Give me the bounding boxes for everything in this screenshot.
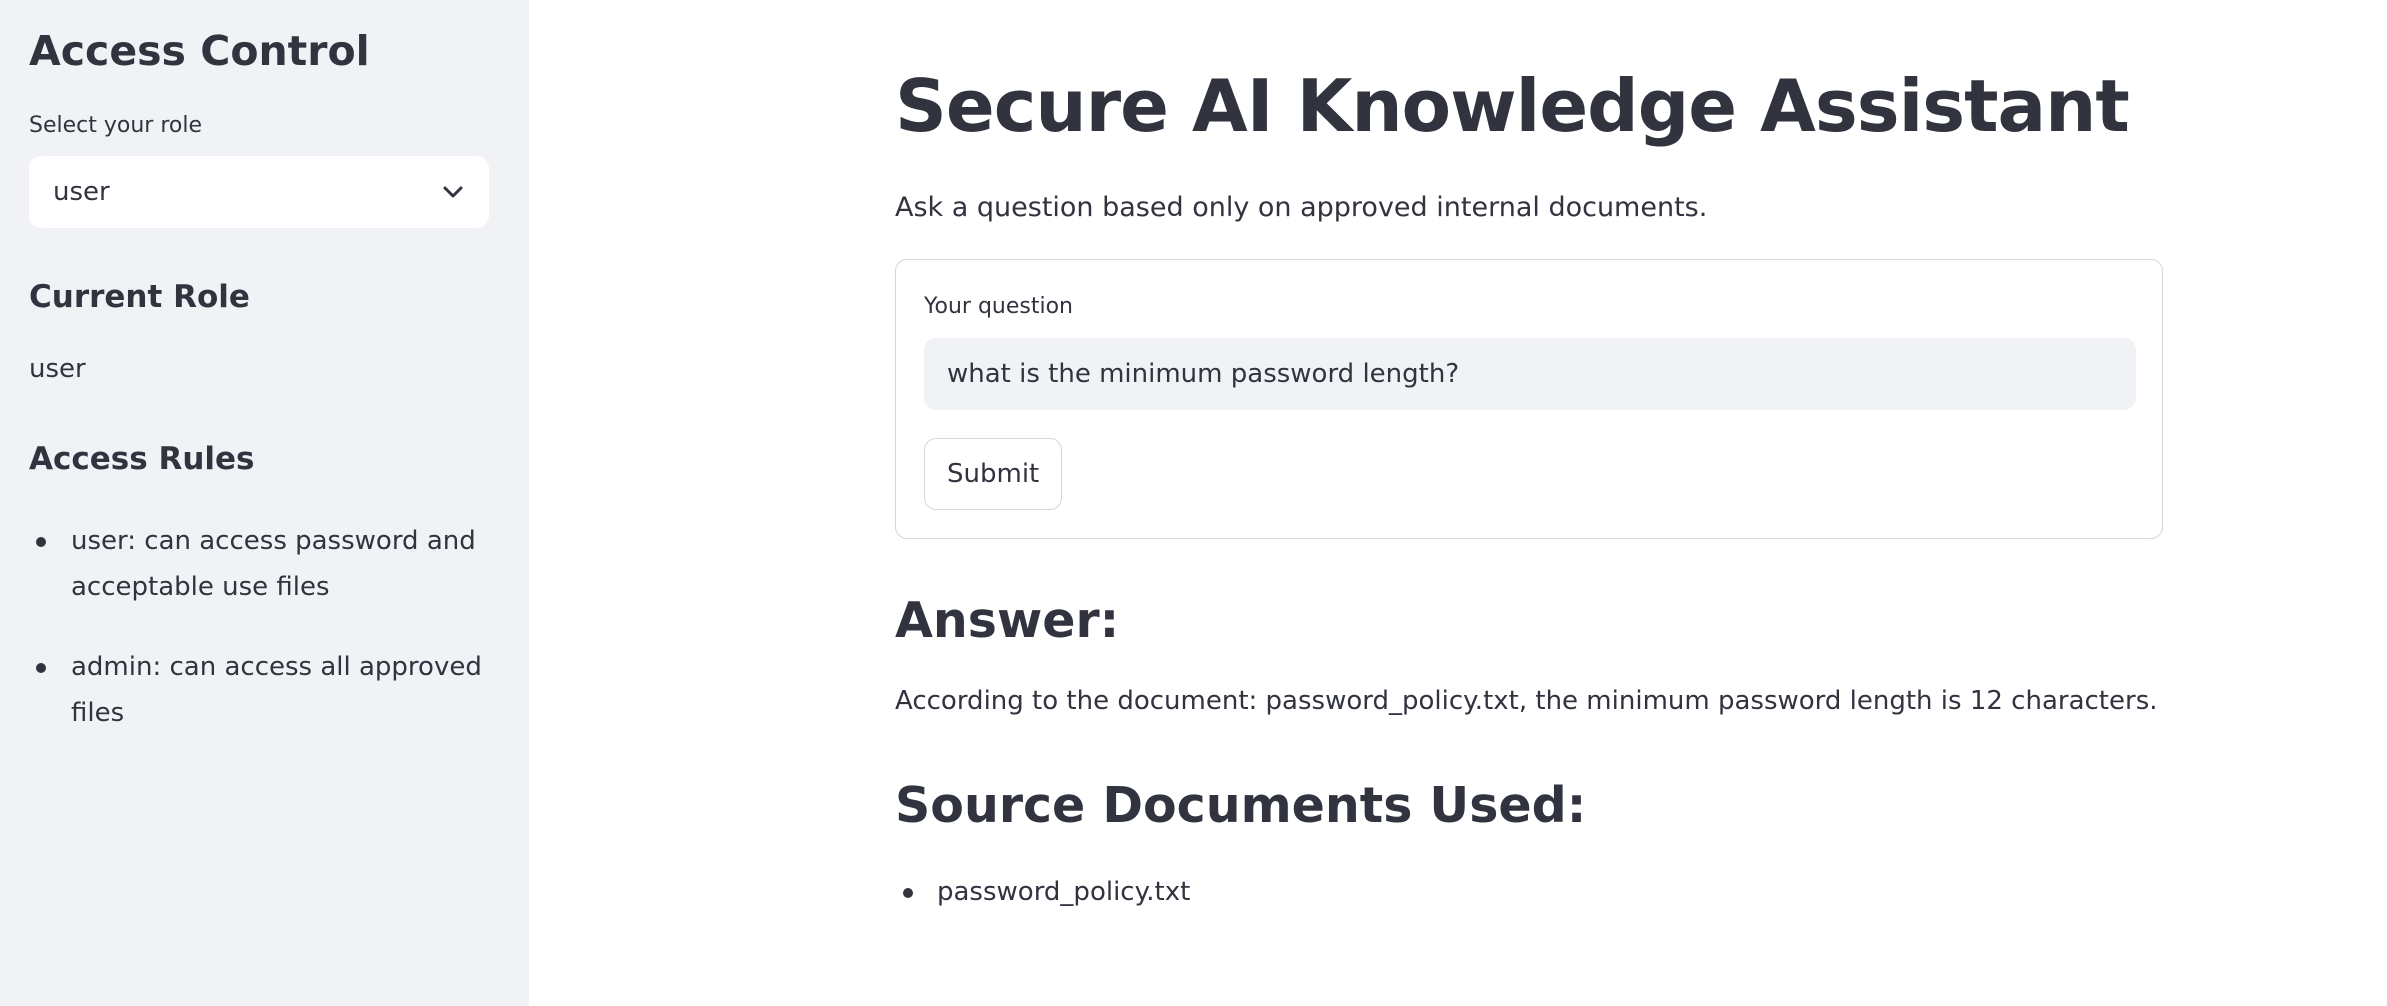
current-role-value: user <box>29 354 86 384</box>
access-rules-heading: Access Rules <box>29 441 255 477</box>
answer-heading: Answer: <box>895 592 1120 649</box>
sidebar: Access Control Select your role user Cur… <box>0 0 529 1006</box>
access-rule-item: admin: can access all approved files <box>29 644 499 736</box>
bullet-icon <box>903 888 913 898</box>
answer-text: According to the document: password_poli… <box>895 686 2158 716</box>
page-title: Secure AI Knowledge Assistant <box>895 64 2130 148</box>
question-form: Your question Submit <box>895 259 2163 539</box>
access-rule-text: user: can access password and acceptable… <box>71 526 476 602</box>
access-rules-list: user: can access password and acceptable… <box>29 518 499 770</box>
bullet-icon <box>36 537 46 547</box>
current-role-heading: Current Role <box>29 279 250 315</box>
question-input[interactable] <box>924 338 2136 410</box>
role-select-value: user <box>53 177 110 207</box>
source-item-text: password_policy.txt <box>937 877 1191 907</box>
sources-list: password_policy.txt <box>895 872 1190 912</box>
source-item: password_policy.txt <box>895 872 1190 912</box>
app-window: Access Control Select your role user Cur… <box>0 0 2387 1006</box>
question-label: Your question <box>924 294 1074 319</box>
access-rule-text: admin: can access all approved files <box>71 652 482 728</box>
page-subtitle: Ask a question based only on approved in… <box>895 192 1708 223</box>
bullet-icon <box>36 663 46 673</box>
access-rule-item: user: can access password and acceptable… <box>29 518 499 610</box>
role-select-label: Select your role <box>29 113 202 138</box>
role-select[interactable]: user <box>29 156 489 228</box>
chevron-down-icon <box>443 186 463 198</box>
sources-heading: Source Documents Used: <box>895 777 1587 834</box>
sidebar-title: Access Control <box>29 27 370 75</box>
submit-button[interactable]: Submit <box>924 438 1063 510</box>
